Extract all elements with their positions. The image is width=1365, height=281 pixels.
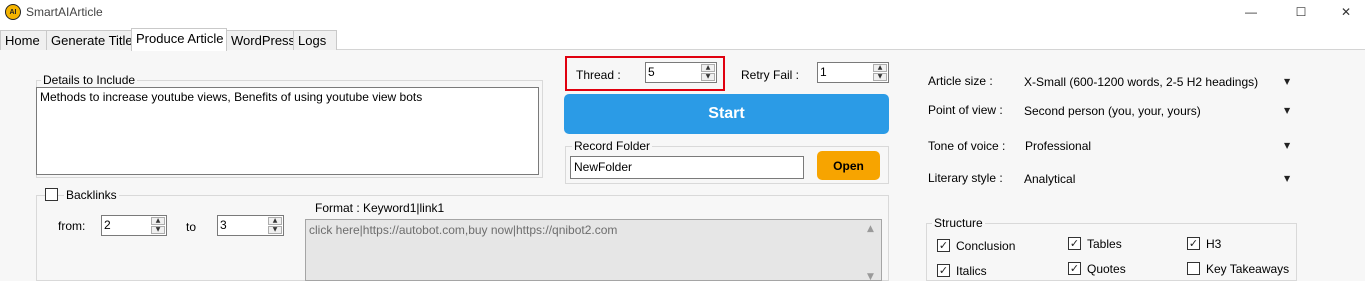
literary-style-value[interactable]: Analytical	[1024, 172, 1075, 186]
thread-label: Thread :	[576, 68, 621, 82]
format-label: Format : Keyword1|link1	[315, 201, 445, 215]
start-button[interactable]: Start	[564, 94, 889, 134]
window-title: SmartAIArticle	[26, 5, 103, 19]
minimize-icon[interactable]: —	[1228, 0, 1274, 24]
spin-down-icon[interactable]: ▼	[151, 226, 165, 234]
structure-legend: Structure	[932, 216, 985, 230]
tab-produce-article[interactable]: Produce Article	[131, 28, 227, 51]
point-of-view-value[interactable]: Second person (you, your, yours)	[1024, 104, 1201, 118]
tab-generate-title[interactable]: Generate Title	[46, 30, 133, 50]
italics-checkbox[interactable]: ✓	[937, 264, 950, 277]
details-textarea[interactable]: Methods to increase youtube views, Benef…	[36, 87, 539, 175]
point-of-view-label: Point of view :	[928, 103, 1003, 117]
chevron-down-icon[interactable]: ▼	[1284, 141, 1290, 150]
retry-fail-spinner[interactable]: 1 ▲ ▼	[817, 62, 889, 83]
tables-checkbox[interactable]: ✓	[1068, 237, 1081, 250]
italics-label: Italics	[956, 264, 987, 278]
close-icon[interactable]: ✕	[1323, 0, 1365, 24]
maximize-icon[interactable]: ☐	[1278, 0, 1324, 24]
h3-checkbox[interactable]: ✓	[1187, 237, 1200, 250]
tables-label: Tables	[1087, 237, 1122, 251]
tab-bar: Home Generate Title Produce Article Word…	[0, 28, 1365, 51]
app-logo-icon: AI	[5, 4, 21, 20]
quotes-checkbox[interactable]: ✓	[1068, 262, 1081, 275]
scroll-up-icon[interactable]: ▲	[867, 224, 874, 234]
to-spinner[interactable]: 3 ▲ ▼	[217, 215, 284, 236]
record-folder-input[interactable]: NewFolder	[570, 156, 804, 179]
backlinks-checkbox[interactable]	[45, 188, 58, 201]
quotes-label: Quotes	[1087, 262, 1126, 276]
key-takeaways-label: Key Takeaways	[1206, 262, 1290, 276]
from-label: from:	[58, 219, 86, 233]
to-label: to	[186, 220, 197, 234]
tone-of-voice-label: Tone of voice :	[928, 139, 1006, 153]
backlinks-label: Backlinks	[64, 188, 119, 202]
tone-of-voice-value[interactable]: Professional	[1025, 139, 1091, 153]
scroll-down-icon[interactable]: ▼	[867, 272, 874, 281]
key-takeaways-checkbox[interactable]	[1187, 262, 1200, 275]
title-bar: AI SmartAIArticle — ☐ ✕	[0, 0, 1365, 26]
details-legend: Details to Include	[41, 73, 138, 87]
from-value: 2	[104, 218, 111, 232]
h3-label: H3	[1206, 237, 1222, 251]
thread-spinner[interactable]: 5 ▲ ▼	[645, 62, 717, 83]
literary-style-label: Literary style :	[928, 171, 1003, 185]
retry-fail-label: Retry Fail :	[741, 68, 800, 82]
chevron-down-icon[interactable]: ▼	[1284, 106, 1290, 115]
conclusion-checkbox[interactable]: ✓	[937, 239, 950, 252]
spin-up-icon[interactable]: ▲	[151, 217, 165, 225]
spin-down-icon[interactable]: ▼	[701, 73, 715, 81]
spin-up-icon[interactable]: ▲	[701, 64, 715, 72]
spin-down-icon[interactable]: ▼	[268, 226, 282, 234]
open-button[interactable]: Open	[817, 151, 880, 180]
spin-up-icon[interactable]: ▲	[873, 64, 887, 72]
to-value: 3	[220, 218, 227, 232]
thread-value: 5	[648, 65, 655, 79]
record-folder-legend: Record Folder	[572, 139, 653, 153]
retry-fail-value: 1	[820, 65, 827, 79]
from-spinner[interactable]: 2 ▲ ▼	[101, 215, 167, 236]
tab-logs[interactable]: Logs	[293, 30, 337, 50]
chevron-down-icon[interactable]: ▼	[1284, 77, 1290, 86]
conclusion-label: Conclusion	[956, 239, 1016, 253]
article-size-value[interactable]: X-Small (600-1200 words, 2-5 H2 headings…	[1024, 75, 1258, 89]
spin-down-icon[interactable]: ▼	[873, 73, 887, 81]
article-size-label: Article size :	[928, 74, 993, 88]
backlinks-textarea[interactable]: click here|https://autobot.com,buy now|h…	[305, 219, 882, 281]
tab-wordpress[interactable]: WordPress	[226, 30, 295, 50]
tab-home[interactable]: Home	[0, 30, 47, 50]
spin-up-icon[interactable]: ▲	[268, 217, 282, 225]
chevron-down-icon[interactable]: ▼	[1284, 174, 1290, 183]
